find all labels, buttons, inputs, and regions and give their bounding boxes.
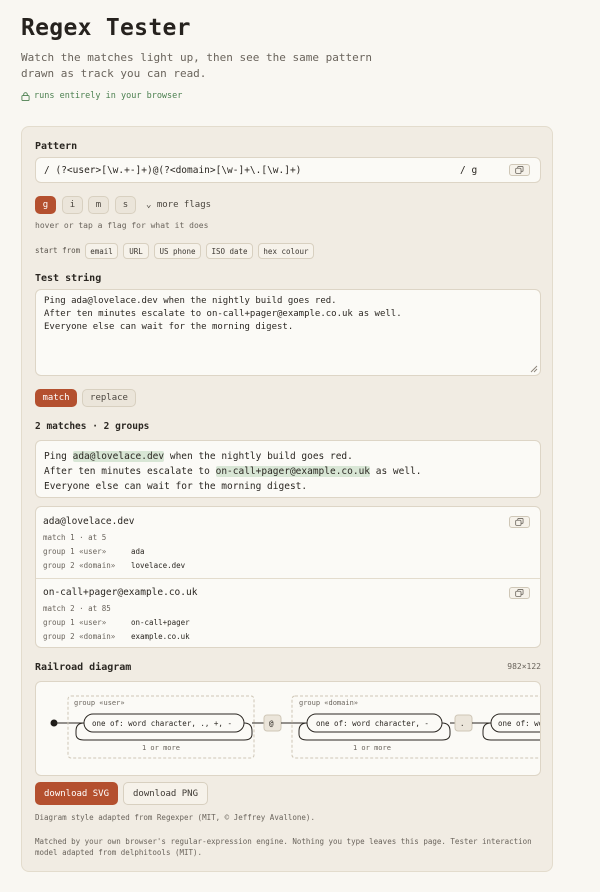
group-user-label: group «user» bbox=[74, 699, 125, 707]
node-user-class-label: one of: word character, ., +, - bbox=[92, 719, 232, 728]
railroad-dimensions: 982×122 bbox=[507, 662, 541, 671]
repeat-label-domain: 1 or more bbox=[353, 744, 391, 752]
pattern-field[interactable]: / (?<user>[\w.+-]+)@(?<domain>[\w-]+\.[\… bbox=[35, 157, 541, 183]
preset-iso-date-button[interactable]: ISO date bbox=[206, 243, 253, 259]
group-value: lovelace.dev bbox=[131, 561, 186, 570]
match-summary: 2 matches · 2 groups bbox=[35, 421, 150, 432]
match-item: ada@lovelace.dev match 1 · at 5 group 1 … bbox=[36, 507, 540, 578]
download-svg-button[interactable]: download SVG bbox=[35, 782, 118, 805]
pattern-input[interactable]: / (?<user>[\w.+-]+)@(?<domain>[\w-]+\.[\… bbox=[44, 165, 301, 176]
match-list: ada@lovelace.dev match 1 · at 5 group 1 … bbox=[35, 506, 541, 648]
resize-handle-icon[interactable] bbox=[530, 365, 538, 373]
match-text: on-call+pager@example.co.uk bbox=[43, 587, 198, 598]
pattern-value: (?<user>[\w.+-]+)@(?<domain>[\w-]+\.[\w.… bbox=[55, 165, 302, 176]
match-item: on-call+pager@example.co.uk match 2 · at… bbox=[36, 578, 540, 649]
pattern-open-delim: / bbox=[44, 165, 50, 176]
node-at-label: @ bbox=[269, 719, 274, 728]
text-segment: After ten minutes escalate to bbox=[44, 466, 216, 477]
group-value: ada bbox=[131, 547, 145, 556]
node-domain-class-label: one of: word character, - bbox=[316, 719, 429, 728]
railroad-svg: group «user» one of: word character, ., … bbox=[50, 695, 541, 759]
pattern-label: Pattern bbox=[35, 141, 78, 152]
match-text: ada@lovelace.dev bbox=[43, 516, 135, 527]
chevron-down-icon: ⌄ bbox=[146, 200, 152, 210]
match-highlight: on-call+pager@example.co.uk bbox=[215, 466, 371, 477]
group-domain-label: group «domain» bbox=[299, 699, 358, 707]
preset-email-button[interactable]: email bbox=[85, 243, 118, 259]
preset-us-phone-button[interactable]: US phone bbox=[154, 243, 201, 259]
flag-i-toggle[interactable]: i bbox=[62, 196, 83, 214]
railroad-diagram: group «user» one of: word character, ., … bbox=[35, 681, 541, 776]
more-flags-toggle[interactable]: ⌄ more flags bbox=[146, 200, 211, 210]
group-name: group 1 «user» bbox=[43, 547, 107, 556]
highlighted-preview: Ping ada@lovelace.dev when the nightly b… bbox=[35, 440, 541, 498]
node-tld-class-label: one of: wo bbox=[498, 719, 541, 728]
text-segment: as well. bbox=[370, 466, 422, 477]
local-note-text: runs entirely in your browser bbox=[34, 91, 183, 101]
flags-hint: hover or tap a flag for what it does bbox=[35, 221, 209, 230]
flag-m-toggle[interactable]: m bbox=[88, 196, 109, 214]
start-from-label: start from bbox=[35, 246, 81, 255]
copy-icon bbox=[515, 518, 524, 526]
download-png-button[interactable]: download PNG bbox=[123, 782, 208, 805]
page-title: Regex Tester bbox=[21, 15, 191, 41]
copy-icon bbox=[515, 589, 524, 597]
copy-pattern-button[interactable] bbox=[509, 164, 530, 176]
match-meta: match 2 · at 85 bbox=[43, 604, 111, 613]
test-string-label: Test string bbox=[35, 273, 102, 284]
copy-match-button[interactable] bbox=[509, 587, 530, 599]
footer-note: Matched by your own browser's regular-ex… bbox=[35, 837, 532, 857]
text-segment: when the nightly build goes red. bbox=[164, 451, 353, 462]
pattern-close-delim: / g bbox=[460, 165, 478, 176]
copy-match-button[interactable] bbox=[509, 516, 530, 528]
group-value: example.co.uk bbox=[131, 632, 190, 641]
replace-mode-button[interactable]: replace bbox=[82, 389, 136, 407]
match-highlight: ada@lovelace.dev bbox=[72, 451, 165, 462]
preset-url-button[interactable]: URL bbox=[123, 243, 149, 259]
group-value: on-call+pager bbox=[131, 618, 190, 627]
match-mode-button[interactable]: match bbox=[35, 389, 77, 407]
preset-hex-colour-button[interactable]: hex colour bbox=[258, 243, 314, 259]
copy-icon bbox=[515, 166, 524, 174]
group-name: group 1 «user» bbox=[43, 618, 107, 627]
page-subtitle: Watch the matches light up, then see the… bbox=[21, 51, 372, 80]
node-dot-label: . bbox=[460, 719, 465, 728]
highlighted-text: Ping ada@lovelace.dev when the nightly b… bbox=[44, 449, 422, 494]
test-string-input[interactable]: Ping ada@lovelace.dev when the nightly b… bbox=[44, 295, 402, 334]
group-name: group 2 «domain» bbox=[43, 561, 116, 570]
more-flags-label: more flags bbox=[156, 200, 212, 210]
test-string-field[interactable]: Ping ada@lovelace.dev when the nightly b… bbox=[35, 289, 541, 376]
diagram-credit: Diagram style adapted from Regexper (MIT… bbox=[35, 813, 315, 822]
text-segment: Ping bbox=[44, 451, 73, 462]
flag-g-toggle[interactable]: g bbox=[35, 196, 56, 214]
text-segment: Everyone else can wait for the morning d… bbox=[44, 481, 308, 492]
flag-s-toggle[interactable]: s bbox=[115, 196, 136, 214]
railroad-label: Railroad diagram bbox=[35, 662, 132, 673]
lock-icon bbox=[21, 91, 30, 101]
group-name: group 2 «domain» bbox=[43, 632, 116, 641]
match-meta: match 1 · at 5 bbox=[43, 533, 107, 542]
repeat-label-user: 1 or more bbox=[142, 744, 180, 752]
local-note: runs entirely in your browser bbox=[21, 91, 182, 101]
